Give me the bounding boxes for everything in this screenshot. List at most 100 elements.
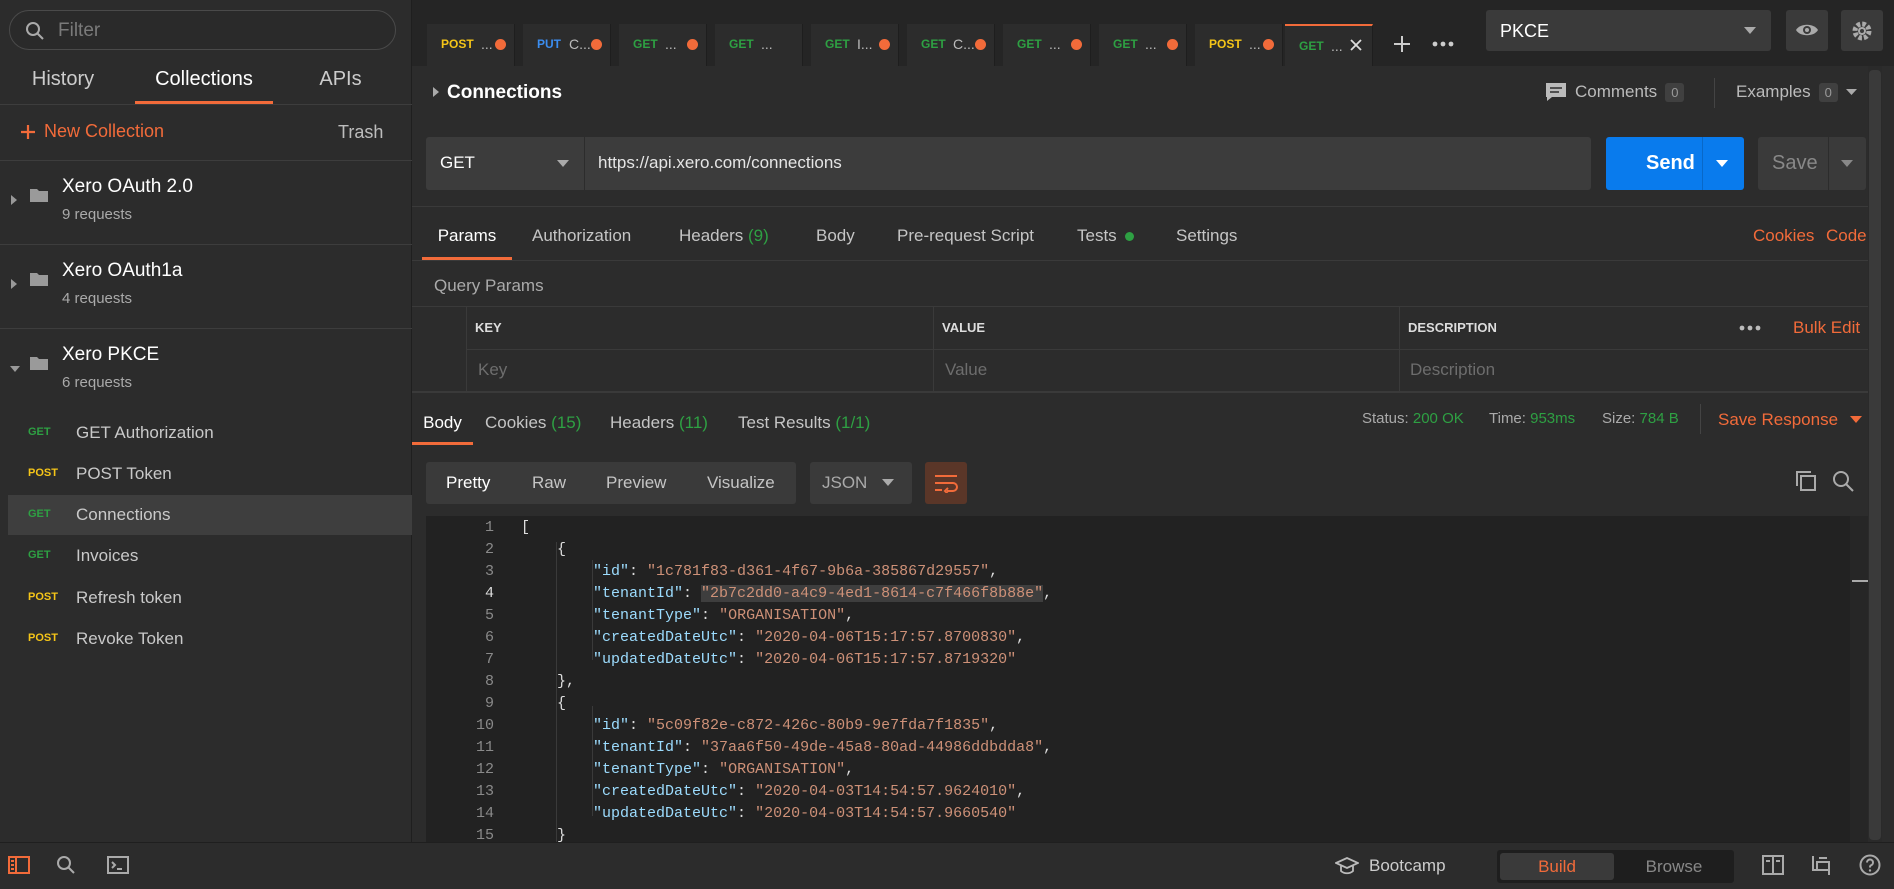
response-body-editor[interactable]: 1 [ 2 { 3 "id": "1c781f83-d361-4f67-9b6a… [426, 516, 1869, 842]
chevron-down-icon[interactable] [1716, 160, 1728, 168]
help-icon[interactable] [1859, 854, 1881, 876]
line-number: 14 [475, 805, 494, 822]
tab-history[interactable]: History [30, 66, 96, 104]
request-item[interactable]: POST Refresh token [8, 578, 412, 618]
description-input[interactable]: Description [1410, 360, 1495, 380]
json-value: "2020-04-06T15:17:57.8700830" [755, 629, 1017, 646]
browse-button[interactable]: Browse [1617, 853, 1731, 880]
examples-button[interactable]: Examples 0 [1736, 82, 1857, 102]
tab-params[interactable]: Params [422, 226, 512, 260]
response-tab-body[interactable]: Body [412, 413, 473, 445]
environment-quick-look[interactable] [1786, 10, 1828, 51]
collection-item[interactable]: Xero OAuth1a 4 requests [0, 244, 412, 328]
caret-right-icon[interactable] [432, 87, 440, 97]
request-tab[interactable]: POST... [427, 24, 515, 66]
response-tab-headers[interactable]: Headers (11) [610, 413, 708, 445]
more-tabs-icon[interactable] [1432, 41, 1454, 47]
tab-settings[interactable]: Settings [1176, 226, 1237, 260]
capture-requests-icon[interactable] [1810, 854, 1832, 876]
request-item[interactable]: GET Invoices [8, 536, 412, 576]
send-button[interactable]: Send [1606, 137, 1744, 190]
eye-icon [1796, 24, 1818, 36]
collection-item[interactable]: Xero PKCE 6 requests [0, 328, 412, 412]
scroll-thumb[interactable] [1869, 70, 1881, 840]
new-tab-plus-icon[interactable] [1392, 34, 1412, 54]
tab-tests[interactable]: Tests [1077, 226, 1134, 260]
request-tab[interactable]: PUT C... [523, 24, 611, 66]
code-link[interactable]: Code [1826, 226, 1867, 260]
status-value[interactable]: 200 OK [1413, 410, 1464, 427]
view-pretty[interactable]: Pretty [446, 473, 490, 493]
url-input[interactable]: https://api.xero.com/connections [585, 137, 1591, 190]
environment-select[interactable]: PKCE [1486, 10, 1771, 51]
folder-icon [30, 189, 48, 202]
request-tab-active[interactable]: GET... [1285, 24, 1373, 66]
value-input[interactable]: Value [945, 360, 987, 380]
tab-prerequest-script[interactable]: Pre-request Script [897, 226, 1034, 260]
close-icon[interactable] [1349, 38, 1363, 52]
more-options-icon[interactable] [1739, 325, 1761, 331]
find-replace-icon[interactable] [56, 855, 76, 875]
request-tab[interactable]: GET... [715, 24, 803, 66]
request-tab[interactable]: GET I... [811, 24, 899, 66]
wrap-icon [935, 475, 958, 493]
request-tab[interactable]: GET... [1003, 24, 1091, 66]
time-value[interactable]: 953ms [1530, 410, 1575, 427]
key-input[interactable]: Key [478, 360, 507, 380]
caret-right-icon[interactable] [9, 194, 19, 206]
format-select[interactable]: JSON [810, 462, 912, 504]
request-item-selected[interactable]: GET Connections [8, 495, 412, 535]
comments-button[interactable]: Comments 0 [1545, 82, 1685, 102]
filter-input[interactable] [58, 19, 378, 43]
build-button[interactable]: Build [1500, 853, 1614, 880]
request-item[interactable]: GET GET Authorization [8, 413, 412, 453]
request-tab[interactable]: GET... [1099, 24, 1187, 66]
size-value[interactable]: 784 B [1640, 410, 1679, 427]
request-tab[interactable]: GET C... [907, 24, 995, 66]
new-collection-button[interactable]: New Collection [20, 121, 164, 142]
scroll-marker [1852, 580, 1868, 582]
response-tab-test-results[interactable]: Test Results (1/1) [738, 413, 870, 445]
line-number: 7 [484, 651, 494, 668]
tab-body[interactable]: Body [816, 226, 855, 260]
json-sep: , [1043, 585, 1053, 602]
console-icon[interactable] [107, 856, 129, 874]
json-value-selected: "2b7c2dd0-a4c9-4ed1-8614-c7f466f8b88e" [701, 585, 1044, 602]
save-button[interactable]: Save [1758, 137, 1866, 190]
editor-scrollbar[interactable] [1850, 516, 1869, 842]
request-title[interactable]: Connections [447, 82, 562, 104]
filter-box[interactable] [9, 10, 396, 50]
method-select[interactable]: GET [426, 137, 584, 190]
search-icon[interactable] [1832, 470, 1854, 492]
request-item[interactable]: POST POST Token [8, 454, 412, 494]
save-response-button[interactable]: Save Response [1718, 410, 1863, 430]
view-raw[interactable]: Raw [532, 473, 566, 493]
wrap-lines-button[interactable] [925, 462, 967, 504]
tab-authorization[interactable]: Authorization [532, 226, 631, 260]
tab-apis[interactable]: APIs [318, 66, 363, 104]
method-badge: GET [28, 508, 51, 520]
toggle-sidebar-icon[interactable] [8, 856, 30, 874]
tab-collections[interactable]: Collections [135, 66, 273, 104]
chevron-down-icon[interactable] [1841, 160, 1853, 168]
tab-headers[interactable]: Headers (9) [679, 226, 769, 260]
response-tab-cookies[interactable]: Cookies (15) [485, 413, 581, 445]
collection-item[interactable]: Xero OAuth 2.0 9 requests [0, 160, 412, 244]
divider [466, 307, 467, 393]
view-mode-group: Pretty Raw Preview Visualize [426, 462, 796, 504]
bootcamp-button[interactable]: Bootcamp [1335, 856, 1446, 876]
caret-right-icon[interactable] [9, 278, 19, 290]
copy-icon[interactable] [1795, 470, 1817, 492]
manage-environments[interactable] [1841, 10, 1883, 51]
bulk-edit-link[interactable]: Bulk Edit [1793, 318, 1860, 338]
request-item[interactable]: POST Revoke Token [8, 619, 412, 659]
format-value: JSON [822, 473, 868, 492]
request-tab[interactable]: POST... [1195, 24, 1283, 66]
two-pane-view-icon[interactable] [1762, 855, 1784, 875]
cookies-link[interactable]: Cookies [1753, 226, 1814, 260]
view-preview[interactable]: Preview [606, 473, 666, 493]
trash-link[interactable]: Trash [338, 122, 383, 143]
caret-down-icon[interactable] [9, 364, 21, 374]
request-tab[interactable]: GET... [619, 24, 707, 66]
view-visualize[interactable]: Visualize [707, 473, 775, 493]
